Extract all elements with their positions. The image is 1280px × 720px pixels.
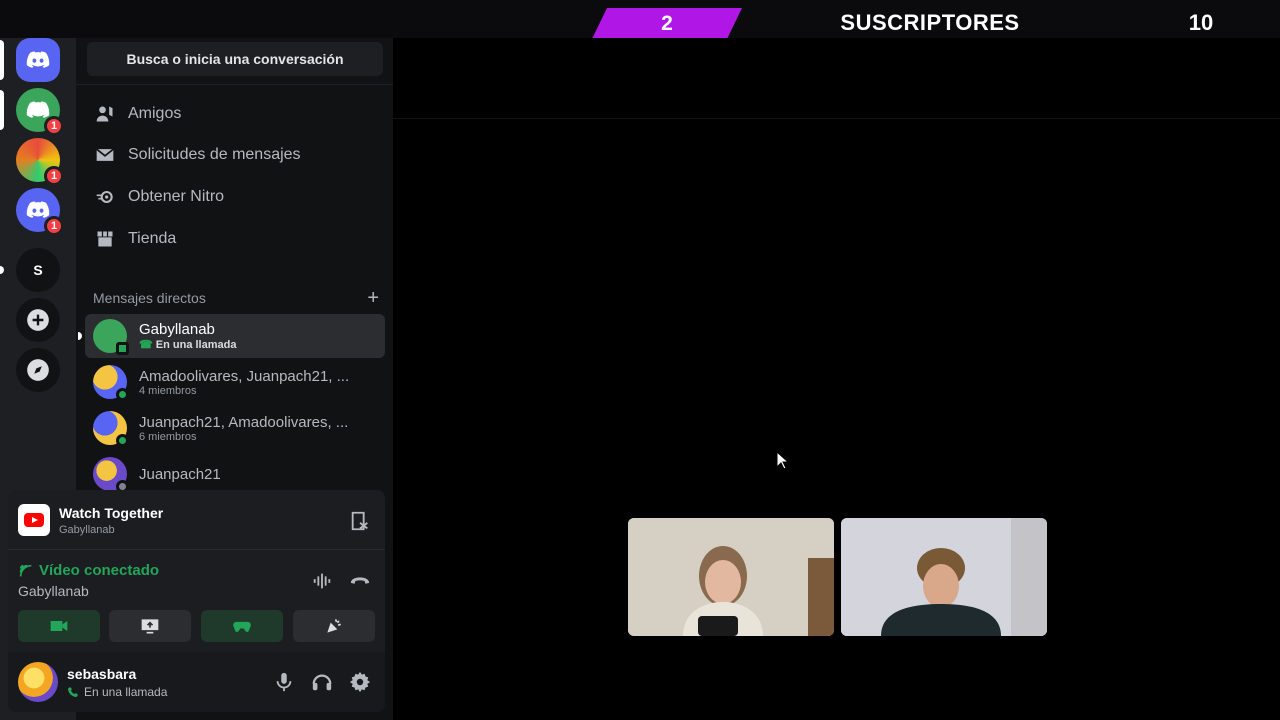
- compass-icon: [27, 359, 49, 381]
- mail-icon: [94, 144, 116, 166]
- video-camera-icon: [50, 621, 68, 631]
- screen-share-button[interactable]: [109, 610, 191, 642]
- camera-button[interactable]: [18, 610, 100, 642]
- nav-label: Obtener Nitro: [128, 188, 225, 205]
- nav-label: Solicitudes de mensajes: [128, 146, 301, 163]
- unread-badge: 1: [44, 116, 64, 136]
- nitro-icon: [94, 186, 116, 208]
- subscriber-overlay-bar: 2 SUSCRIPTORES 10: [0, 0, 1280, 39]
- avatar: [93, 411, 129, 447]
- search-input[interactable]: Busca o inicia una conversación: [87, 42, 383, 76]
- phone-icon: ☎: [139, 339, 156, 351]
- user-area: sebasbara En una llamada: [8, 652, 385, 712]
- leave-activity-icon[interactable]: [349, 510, 371, 532]
- subscriber-label: SUSCRIPTORES: [840, 10, 1020, 35]
- server-1-pill: [0, 90, 4, 130]
- voice-channel-name[interactable]: Gabyllanab: [18, 583, 89, 599]
- dm-sub: 4 miembros: [139, 384, 197, 397]
- server-initial: S: [33, 262, 43, 278]
- activity-title: Watch Together: [59, 505, 164, 521]
- video-tile-participant-1[interactable]: [628, 518, 834, 636]
- home-active-pill: [0, 40, 4, 80]
- voice-user-panel: Watch Together Gabyllanab Vídeo conectad…: [8, 490, 385, 712]
- nav-label: Amigos: [128, 105, 182, 122]
- server-3-button[interactable]: 1: [16, 188, 64, 236]
- create-dm-plus-icon[interactable]: +: [367, 287, 379, 310]
- home-button[interactable]: [16, 38, 60, 82]
- microphone-icon[interactable]: [273, 671, 295, 693]
- online-status-icon: [116, 388, 129, 401]
- mouse-cursor-icon: [776, 451, 790, 470]
- dm-name: Juanpach21, Amadoolivares, ...: [139, 413, 349, 431]
- unread-badge: 1: [44, 216, 64, 236]
- noise-suppression-icon[interactable]: [311, 570, 333, 592]
- gamepad-icon: [233, 621, 251, 632]
- settings-gear-icon[interactable]: [349, 671, 371, 693]
- discover-button[interactable]: [16, 348, 60, 392]
- shop-icon: [94, 228, 116, 250]
- divider: [393, 118, 1280, 119]
- dm-item-group-2[interactable]: Juanpach21, Amadoolivares, ... 6 miembro…: [85, 406, 385, 450]
- discord-logo-icon: [26, 51, 50, 68]
- participant-video-feed: [628, 518, 834, 636]
- avatar: [93, 319, 129, 355]
- dm-name: Gabyllanab: [139, 321, 215, 338]
- avatar: [93, 365, 129, 401]
- nav-label: Tienda: [128, 230, 177, 247]
- dm-sub: 6 miembros: [139, 430, 197, 443]
- screen-share-icon: [141, 619, 159, 634]
- dm-name: Juanpach21: [139, 465, 221, 483]
- headphones-icon[interactable]: [311, 671, 333, 693]
- selected-indicator: [78, 332, 82, 340]
- voice-status[interactable]: Vídeo conectado: [18, 562, 159, 579]
- server-s-button[interactable]: S: [16, 248, 60, 292]
- user-name: sebasbara: [67, 666, 137, 682]
- dm-item-gabyllanab[interactable]: Gabyllanab ☎ En una llamada: [78, 314, 385, 358]
- call-stage: [393, 38, 1280, 720]
- video-tile-participant-2[interactable]: [841, 518, 1047, 636]
- soundboard-button[interactable]: [293, 610, 375, 642]
- subscriber-count: 2: [592, 8, 742, 39]
- user-avatar[interactable]: [18, 662, 58, 702]
- phone-icon: [68, 687, 78, 697]
- friends-icon: [94, 103, 116, 125]
- server-s-pill: [0, 266, 4, 274]
- user-status: En una llamada: [67, 685, 167, 699]
- nav-friends[interactable]: Amigos: [84, 95, 384, 133]
- unread-badge: 1: [44, 166, 64, 186]
- nav-message-requests[interactable]: Solicitudes de mensajes: [84, 136, 384, 174]
- activity-sub: Gabyllanab: [59, 524, 115, 536]
- dm-header-label: Mensajes directos: [93, 290, 206, 306]
- nav-nitro[interactable]: Obtener Nitro: [84, 178, 384, 216]
- online-status-icon: [116, 434, 129, 447]
- disconnect-icon[interactable]: [349, 570, 371, 592]
- signal-icon: [19, 564, 32, 576]
- activities-button[interactable]: [201, 610, 283, 642]
- dm-name: Amadoolivares, Juanpach21, ...: [139, 367, 350, 385]
- divider: [76, 84, 393, 85]
- dm-header: Mensajes directos +: [93, 287, 383, 310]
- subscriber-goal: 10: [1188, 10, 1214, 35]
- youtube-icon: [18, 504, 50, 536]
- server-2-button[interactable]: 1: [16, 138, 64, 186]
- server-1-button[interactable]: 1: [16, 88, 64, 136]
- avatar: [93, 457, 129, 493]
- participant-video-feed: [841, 518, 1047, 636]
- dm-item-group-1[interactable]: Amadoolivares, Juanpach21, ... 4 miembro…: [85, 360, 385, 404]
- add-server-button[interactable]: [16, 298, 60, 342]
- plus-icon: [27, 309, 49, 331]
- soundboard-icon: [327, 619, 341, 633]
- dm-sub: ☎ En una llamada: [139, 339, 237, 351]
- activity-bar: Watch Together Gabyllanab: [8, 490, 385, 550]
- nav-shop[interactable]: Tienda: [84, 220, 384, 258]
- mobile-status-icon: [116, 342, 129, 355]
